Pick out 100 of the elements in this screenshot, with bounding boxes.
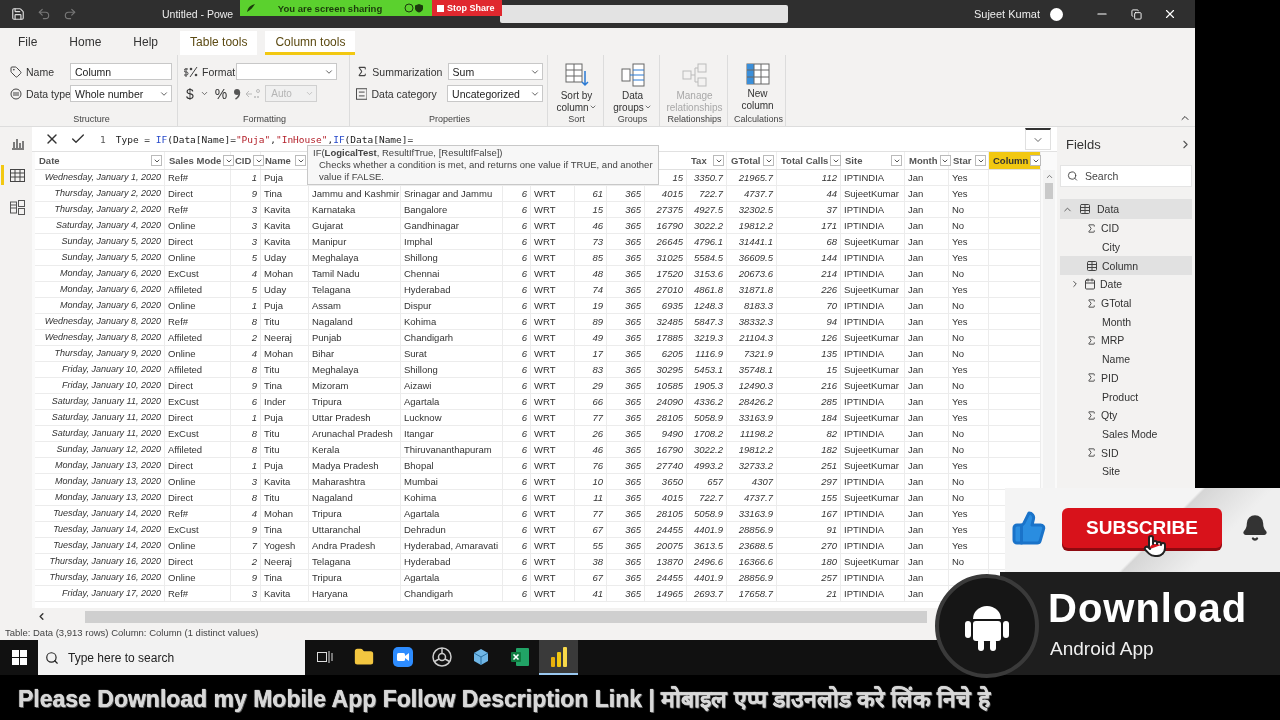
percent-button[interactable]: % [212,85,230,102]
column-header[interactable]: Site [841,152,905,169]
filter-button[interactable] [253,155,265,166]
field-item[interactable]: Product [1060,387,1192,406]
table-cell: 180 [777,554,841,569]
download-card[interactable]: Download Android App [1000,572,1280,675]
filter-button[interactable] [223,155,235,166]
table-cell: 76 [575,458,607,473]
table-cell: Maharashtra [309,474,401,489]
table-cell: 28856.9 [727,522,777,537]
field-item[interactable]: Name [1060,349,1192,369]
currency-button[interactable]: $ [184,85,196,102]
stop-icon [437,4,444,12]
data-groups-button[interactable]: Data groups [610,63,655,114]
table-cell: Itangar [401,426,503,441]
avatar[interactable] [1050,7,1063,21]
field-item[interactable]: PID [1060,368,1192,388]
column-header[interactable]: CID [231,152,261,169]
table-cell: Jan [905,522,949,537]
sigma-icon [1086,409,1097,421]
bell-icon[interactable] [1241,514,1269,542]
filter-button[interactable] [763,155,774,166]
table-cell: 3022.2 [687,442,727,457]
ribbon-tab[interactable]: Home [59,31,112,55]
table-cell: Mizoram [309,378,401,393]
field-item[interactable]: Sales Mode [1060,424,1192,444]
data-type-dropdown[interactable]: Whole number [70,85,172,102]
column-header[interactable]: GTotal [727,152,777,169]
table-cell: Tuesday, January 14, 2020 [35,522,165,537]
filter-button[interactable] [939,155,951,166]
taskbar-app[interactable] [539,640,578,675]
table-cell: Chandigarh [401,330,503,345]
search-field[interactable] [500,5,788,23]
column-header[interactable]: Total Calls [777,152,841,169]
table-cell: Dispur [401,298,503,313]
field-item[interactable]: GTotal [1060,293,1192,313]
column-header[interactable]: Sales Mode [165,152,231,169]
vertical-scrollbar[interactable] [1043,170,1055,490]
table-cell: 21 [777,586,841,601]
field-item[interactable]: Qty [1060,405,1192,425]
table-cell: 7 [231,538,261,553]
field-item[interactable]: MRP [1060,331,1192,350]
table-cell: 226 [777,282,841,297]
field-item[interactable]: Date [1060,275,1192,294]
caret-icon[interactable] [199,89,209,98]
new-column-button[interactable]: New column [734,63,781,114]
table-cell: 6 [503,570,531,585]
table-cell: 77 [575,410,607,425]
scroll-thumb[interactable] [85,610,927,623]
table-cell: 365 [607,282,645,297]
subscribe-button[interactable]: SUBSCRIBE [1062,508,1222,548]
column-header[interactable]: Date [35,152,165,169]
filter-button[interactable] [830,155,842,166]
table-cell: Kavita [261,586,309,601]
table-cell: 89 [575,314,607,329]
data-category-dropdown[interactable]: Uncategorized [447,85,543,102]
comma-style-icon[interactable] [233,87,242,100]
column-header[interactable]: Month [905,152,949,169]
name-field[interactable]: Column [70,63,172,80]
table-cell: 21104.3 [727,330,777,345]
table-cell: 1116.9 [687,346,727,361]
filter-button[interactable] [713,155,724,166]
table-cell: Tamil Nadu [309,266,401,281]
field-item[interactable]: Column [1060,256,1192,276]
table-cell: Direct [165,234,231,249]
field-item[interactable]: City [1060,237,1192,257]
column-header[interactable]: Column [989,152,1041,169]
filter-button[interactable] [295,155,306,166]
table-cell: Yogesh [261,538,309,553]
filter-button[interactable] [891,155,902,166]
expand-button[interactable] [1025,128,1051,150]
caret-icon[interactable] [1070,279,1080,290]
ribbon-tab[interactable]: Column tools [265,31,356,55]
scroll-thumb[interactable] [1045,183,1053,199]
taskbar-search-field[interactable]: Type here to search [38,640,305,675]
sort-by-column-button[interactable]: Sort by column [554,63,599,114]
filter-button[interactable] [975,155,986,166]
column-header[interactable]: Name [261,152,309,169]
scroll-up-icon[interactable] [1044,172,1054,181]
table-cell: Yes [949,362,989,377]
field-item[interactable]: CID [1060,219,1192,238]
formula-text[interactable]: Type = IF(Data[Name]="Puja","InHouse",IF(Data[Name]= [115,133,1015,145]
field-item[interactable]: Month [1060,312,1192,332]
stop-share-button[interactable]: Stop Share [432,0,502,16]
ribbon-tab[interactable]: Table tools [180,31,258,55]
table-cell: Jan [905,506,949,521]
ribbon-tab[interactable]: Help [123,31,169,55]
field-item[interactable]: SID [1060,443,1192,462]
ribbon-tab[interactable]: File [8,31,48,55]
table-item[interactable]: Data [1060,199,1192,219]
table-cell: ExCust [165,266,231,281]
table-cell: 14965 [645,586,687,601]
save-icon[interactable] [11,7,25,21]
search-field[interactable]: Search [1060,165,1192,187]
field-item[interactable]: Site [1060,461,1192,481]
filter-button[interactable] [1030,155,1042,166]
close-icon [1163,7,1177,21]
summarization-dropdown[interactable]: Sum [447,63,543,80]
filter-button[interactable] [151,155,162,166]
column-header[interactable]: Tax [687,152,727,169]
